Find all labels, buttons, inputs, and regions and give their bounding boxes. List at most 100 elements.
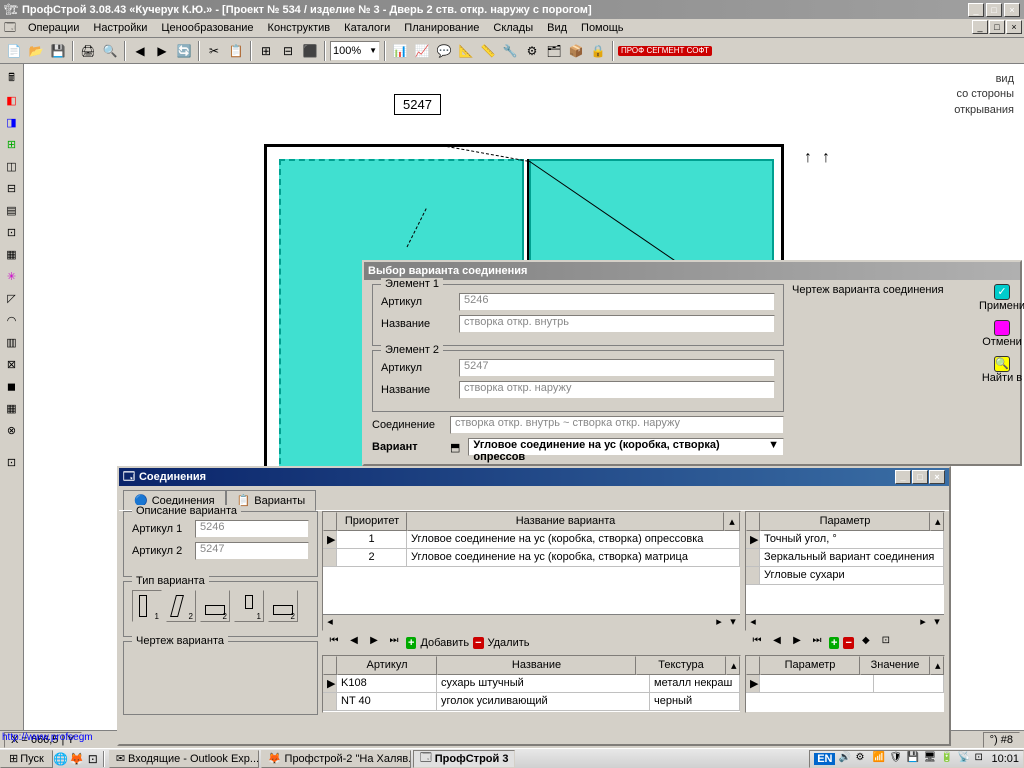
tb-new-icon[interactable]: 📄 [4, 41, 24, 61]
delete-icon[interactable]: − [473, 637, 483, 649]
dlg1-art1-input[interactable]: 5246 [459, 293, 775, 311]
params-grid[interactable]: Параметр ▴ ▶Точный угол, ° Зеркальный ва… [745, 511, 945, 631]
tb-copy-icon[interactable]: 📋 [226, 41, 246, 61]
mdi-close-button[interactable]: × [1006, 20, 1022, 34]
nav2-extra2-icon[interactable]: ⊡ [878, 635, 894, 651]
task-outlook[interactable]: ✉Входящие - Outlook Exp... [109, 750, 259, 768]
tb-back-icon[interactable]: ◀ [130, 41, 150, 61]
ql-ff-icon[interactable]: 🦊 [69, 751, 85, 767]
tb-icon11[interactable]: 🗂 [544, 41, 564, 61]
apply-button[interactable]: ✓ Примени [979, 284, 1024, 312]
tb-icon1[interactable]: ⊞ [256, 41, 276, 61]
menu-storage[interactable]: Склады [487, 20, 539, 36]
menu-planning[interactable]: Планирование [398, 20, 485, 36]
ltool-17-icon[interactable]: ⊡ [2, 452, 22, 472]
grid2-scroll-left[interactable]: ◂ [746, 615, 760, 630]
clock[interactable]: 10:01 [991, 753, 1019, 765]
ltool-16-icon[interactable]: ⊗ [2, 420, 22, 440]
values-grid[interactable]: Параметр Значение ▴ ▶ [745, 655, 945, 713]
ltool-9-icon[interactable]: ✳ [2, 266, 22, 286]
tb-icon9[interactable]: 🔧 [500, 41, 520, 61]
tb-icon4[interactable]: 📊 [390, 41, 410, 61]
variants-grid[interactable]: Приоритет Название варианта ▴ ▶ 1 Углово… [322, 511, 741, 631]
nav-last-icon[interactable]: ⏭ [386, 635, 402, 651]
ltool-12-icon[interactable]: ▥ [2, 332, 22, 352]
tray-icon-6[interactable]: 🖥 [923, 752, 937, 766]
add-icon[interactable]: + [406, 637, 416, 649]
tb-icon2[interactable]: ⊟ [278, 41, 298, 61]
tb-fwd-icon[interactable]: ▶ [152, 41, 172, 61]
menu-help[interactable]: Помощь [575, 20, 630, 36]
tray-icon-3[interactable]: 📶 [872, 752, 886, 766]
tb-icon13[interactable]: 🔒 [588, 41, 608, 61]
ltool-3-icon[interactable]: ⊞ [2, 134, 22, 154]
dlg2-minimize-button[interactable]: _ [895, 470, 911, 484]
tb-print-icon[interactable]: 🖨 [78, 41, 98, 61]
grid1-scroll-left[interactable]: ◂ [323, 615, 337, 630]
tb-save-icon[interactable]: 💾 [48, 41, 68, 61]
menu-construct[interactable]: Конструктив [262, 20, 337, 36]
menu-catalogs[interactable]: Каталоги [338, 20, 396, 36]
ltool-4-icon[interactable]: ◫ [2, 156, 22, 176]
ltool-8-icon[interactable]: ▦ [2, 244, 22, 264]
close-button[interactable]: × [1004, 3, 1020, 17]
type-btn-2[interactable]: 2 [166, 590, 196, 622]
zoom-combo[interactable]: 100%▼ [330, 41, 380, 61]
ql-ie-icon[interactable]: 🌐 [53, 751, 69, 767]
menu-pricing[interactable]: Ценообразование [155, 20, 259, 36]
tb-icon6[interactable]: 💬 [434, 41, 454, 61]
dlg2-close-button[interactable]: × [929, 470, 945, 484]
grid1-scroll-up[interactable]: ▴ [724, 512, 740, 531]
ltool-10-icon[interactable]: ◸ [2, 288, 22, 308]
tray-icon-5[interactable]: 💾 [906, 752, 920, 766]
ltool-11-icon[interactable]: ◠ [2, 310, 22, 330]
maximize-button[interactable]: □ [986, 3, 1002, 17]
menu-view[interactable]: Вид [541, 20, 573, 36]
ltool-calc-icon[interactable]: 🖩 [2, 68, 22, 88]
grid1-h-name[interactable]: Название варианта [407, 512, 724, 531]
grid2-h-param[interactable]: Параметр [760, 512, 930, 531]
menu-operations[interactable]: Операции [22, 20, 85, 36]
find-button[interactable]: 🔍 Найти в [982, 356, 1022, 384]
tray-icon-8[interactable]: 📡 [957, 752, 971, 766]
cancel-button[interactable]: Отмени [982, 320, 1022, 348]
tb-icon12[interactable]: 📦 [566, 41, 586, 61]
tb-open-icon[interactable]: 📂 [26, 41, 46, 61]
dlg1-var-combo[interactable]: Угловое соединение на ус (коробка, створ… [468, 438, 784, 456]
task-profstroy3[interactable]: 🗔ПрофСтрой 3 [413, 750, 516, 768]
materials-grid[interactable]: Артикул Название Текстура ▴ ▶ K108 сухар… [322, 655, 741, 713]
start-button[interactable]: ⊞Пуск [0, 750, 53, 768]
nav2-last-icon[interactable]: ⏭ [809, 635, 825, 651]
grid2-scroll-right[interactable]: ▸ [916, 615, 930, 630]
table-row[interactable]: ▶ K108 сухарь штучный металл некраш [323, 675, 740, 693]
grid2-scroll-down[interactable]: ▾ [930, 615, 944, 630]
ltool-1-icon[interactable]: ◧ [2, 90, 22, 110]
table-row[interactable]: ▶ 1 Угловое соединение на ус (коробка, с… [323, 531, 740, 549]
ltool-7-icon[interactable]: ⊡ [2, 222, 22, 242]
nav-next-icon[interactable]: ▶ [366, 635, 382, 651]
dlg1-titlebar[interactable]: Выбор варианта соединения [364, 262, 1020, 280]
grid3-h-texture[interactable]: Текстура [636, 656, 726, 675]
tb-icon8[interactable]: 📏 [478, 41, 498, 61]
dlg1-soed-input[interactable]: створка откр. внутрь ~ створка откр. нар… [450, 416, 784, 434]
nav2-first-icon[interactable]: ⏮ [749, 635, 765, 651]
del2-icon[interactable]: − [843, 637, 853, 649]
nav2-next-icon[interactable]: ▶ [789, 635, 805, 651]
grid2-scroll-up[interactable]: ▴ [930, 512, 944, 531]
add2-icon[interactable]: + [829, 637, 839, 649]
nav-first-icon[interactable]: ⏮ [326, 635, 342, 651]
grid3-h-art[interactable]: Артикул [337, 656, 437, 675]
minimize-button[interactable]: _ [968, 3, 984, 17]
dlg2-titlebar[interactable]: 🗔Соединения _ □ × [119, 468, 949, 486]
grid3-h-name[interactable]: Название [437, 656, 636, 675]
tray-icon-4[interactable]: 🛡 [889, 752, 903, 766]
nav-prev-icon[interactable]: ◀ [346, 635, 362, 651]
add-button[interactable]: Добавить [420, 637, 469, 649]
ltool-6-icon[interactable]: ▤ [2, 200, 22, 220]
lang-indicator[interactable]: EN [814, 753, 835, 765]
table-row[interactable]: Угловые сухари [746, 567, 944, 585]
tb-icon10[interactable]: ⚙ [522, 41, 542, 61]
grid1-scroll-right[interactable]: ▸ [712, 615, 726, 630]
tb-refresh-icon[interactable]: 🔄 [174, 41, 194, 61]
type-btn-4[interactable]: 1 [234, 590, 264, 622]
